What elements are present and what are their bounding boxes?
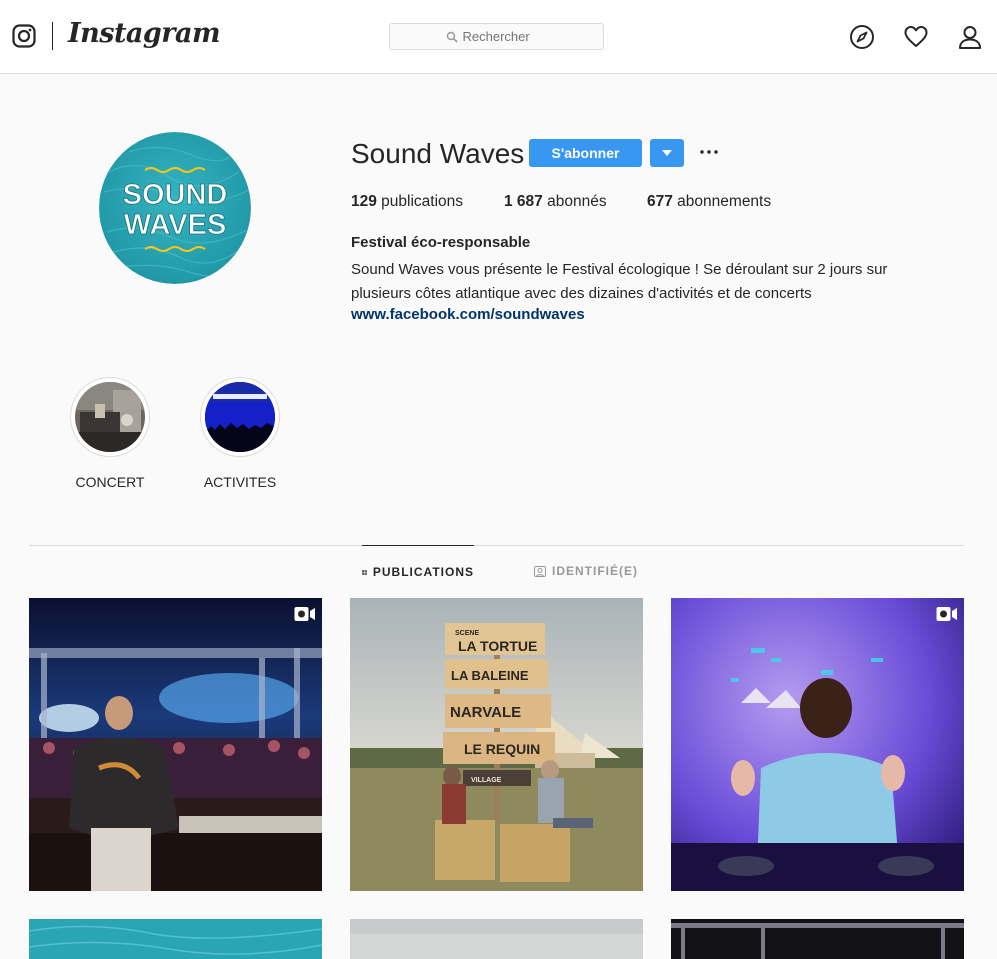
tab-identified-label: IDENTIFIÉ(E) xyxy=(552,564,638,578)
heart-icon[interactable] xyxy=(903,24,929,50)
triangle-down-icon xyxy=(662,150,672,156)
following-stat[interactable]: 677 abonnements xyxy=(647,193,771,211)
sign-la-baleine: LA BALEINE xyxy=(451,668,529,683)
tab-publications-label: PUBLICATIONS xyxy=(372,565,474,579)
bio-title: Festival éco-responsable xyxy=(351,234,531,251)
tagged-portrait-icon xyxy=(534,565,546,577)
profile-icon[interactable] xyxy=(957,24,983,50)
highlight-activites[interactable]: ACTIVITES xyxy=(198,377,282,490)
top-navigation-bar: Instagram xyxy=(0,0,997,74)
highlight-concert[interactable]: CONCERT xyxy=(68,377,152,490)
post-grey-sky[interactable] xyxy=(350,919,643,959)
post-dj-stage[interactable] xyxy=(29,598,322,891)
follow-button[interactable]: S'abonner xyxy=(529,139,642,167)
instagram-wordmark[interactable]: Instagram xyxy=(68,18,221,49)
sign-village: VILLAGE xyxy=(471,777,502,784)
posts-count: 129 xyxy=(351,193,377,210)
tab-publications[interactable]: PUBLICATIONS xyxy=(362,545,474,598)
avatar-text-line-1: SOUND xyxy=(123,179,228,211)
following-count: 677 xyxy=(647,193,673,210)
profile-avatar: SOUND WAVES xyxy=(99,132,251,284)
suggestions-dropdown-button[interactable] xyxy=(650,139,684,167)
video-icon xyxy=(936,607,957,621)
post-dark-stage-image xyxy=(671,919,964,959)
post-dj-stage-image xyxy=(29,598,322,891)
profile-username: Sound Waves xyxy=(351,138,525,169)
highlight-concert-label: CONCERT xyxy=(75,474,145,490)
compass-icon[interactable] xyxy=(849,24,875,50)
tab-identified[interactable]: IDENTIFIÉ(E) xyxy=(534,545,638,597)
sound-waves-logo: SOUND WAVES xyxy=(99,132,251,284)
sign-narvale: NARVALE xyxy=(450,704,521,721)
search-box[interactable] xyxy=(389,23,604,50)
highlight-concert-thumbnail xyxy=(75,382,145,452)
ellipsis-icon xyxy=(700,150,718,154)
post-dj-purple-image xyxy=(671,598,964,891)
highlight-ring xyxy=(200,377,280,457)
post-dark-stage[interactable] xyxy=(671,919,964,959)
following-label: abonnements xyxy=(672,193,772,210)
posts-count-stat: 129 publications xyxy=(351,193,463,211)
grid-icon xyxy=(362,569,367,575)
post-grey-sky-image xyxy=(350,919,643,959)
sign-le-requin: LE REQUIN xyxy=(464,741,540,757)
search-input[interactable] xyxy=(462,29,548,44)
more-options-button[interactable] xyxy=(696,140,722,164)
posts-label: publications xyxy=(376,193,464,210)
highlight-ring xyxy=(70,377,150,457)
instagram-glyph-icon[interactable] xyxy=(12,24,36,48)
post-dj-purple[interactable] xyxy=(671,598,964,891)
avatar-text-line-2: WAVES xyxy=(124,209,227,241)
header-divider xyxy=(52,22,53,50)
followers-stat[interactable]: 1 687 abonnés xyxy=(504,193,607,211)
bio-link[interactable]: www.facebook.com/soundwaves xyxy=(351,306,585,323)
sign-scene: SCENE xyxy=(455,630,479,637)
highlight-activites-label: ACTIVITES xyxy=(203,474,277,490)
highlight-activites-thumbnail xyxy=(205,382,275,452)
search-icon xyxy=(446,31,458,43)
bio-text: Sound Waves vous présente le Festival éc… xyxy=(351,261,888,302)
post-teal-logo-image xyxy=(29,919,322,959)
post-teal-logo[interactable] xyxy=(29,919,322,959)
post-festival-signpost-image: SCENE LA TORTUE LA BALEINE NARVALE LE RE… xyxy=(350,598,643,891)
sign-la-tortue: LA TORTUE xyxy=(458,638,537,654)
followers-label: abonnés xyxy=(542,193,607,210)
post-festival-signpost[interactable]: SCENE LA TORTUE LA BALEINE NARVALE LE RE… xyxy=(350,598,643,891)
video-icon xyxy=(294,607,315,621)
tabs-divider xyxy=(29,545,964,546)
followers-count: 1 687 xyxy=(504,193,543,210)
